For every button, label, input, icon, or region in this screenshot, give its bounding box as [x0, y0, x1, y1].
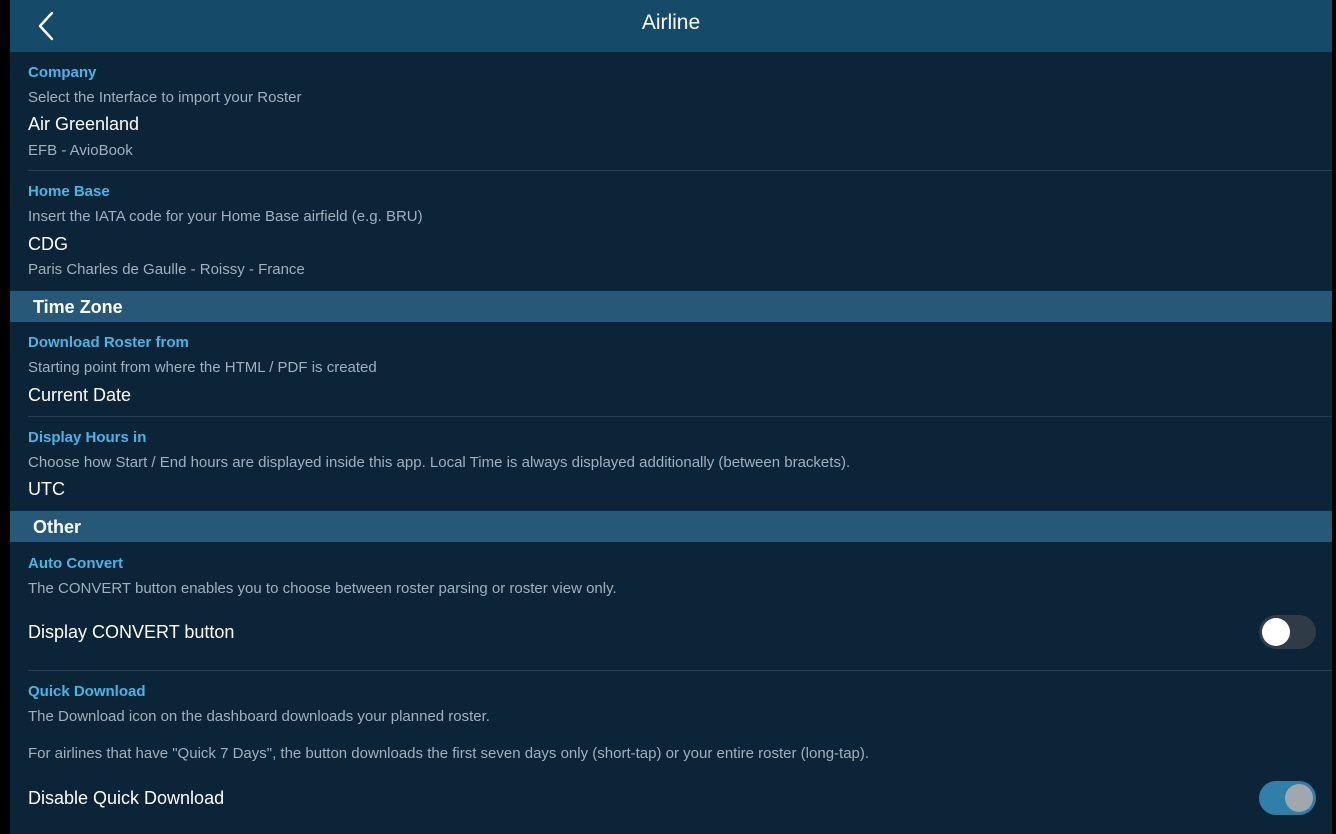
home-base-value: CDG: [28, 234, 68, 254]
section-header-other: Other: [10, 511, 1332, 542]
quick-download-description-2: For airlines that have "Quick 7 Days", t…: [28, 745, 870, 762]
company-description: Select the Interface to import your Rost…: [28, 89, 302, 106]
home-base-airport: Paris Charles de Gaulle - Roissy - Franc…: [28, 261, 305, 278]
download-roster-value: Current Date: [28, 385, 132, 405]
home-base-description: Insert the IATA code for your Home Base …: [28, 208, 423, 225]
page-title: Airline: [641, 11, 701, 34]
display-hours-title: Display Hours in: [28, 429, 147, 446]
display-convert-toggle[interactable]: [1259, 615, 1316, 649]
auto-convert-title: Auto Convert: [28, 555, 123, 572]
disable-quick-download-label: Disable Quick Download: [28, 788, 225, 808]
company-interface: EFB - AvioBook: [28, 142, 133, 159]
toggle-knob: [1262, 618, 1290, 646]
divider: [28, 170, 1332, 171]
section-title: Time Zone: [33, 297, 123, 317]
auto-convert-description: The CONVERT button enables you to choose…: [28, 580, 617, 597]
section-title: Other: [33, 517, 82, 537]
disable-quick-download-toggle[interactable]: [1259, 781, 1316, 815]
quick-download-description: The Download icon on the dashboard downl…: [28, 708, 490, 725]
download-roster-title: Download Roster from: [28, 334, 189, 351]
display-hours-description: Choose how Start / End hours are display…: [28, 454, 851, 471]
settings-screen: Airline Company Select the Interface to …: [10, 0, 1332, 834]
display-hours-value: UTC: [28, 479, 65, 499]
company-value: Air Greenland: [28, 114, 140, 134]
nav-bar: Airline: [10, 0, 1332, 52]
quick-download-title: Quick Download: [28, 683, 146, 700]
download-roster-description: Starting point from where the HTML / PDF…: [28, 359, 377, 376]
divider: [28, 416, 1332, 417]
section-header-time-zone: Time Zone: [10, 291, 1332, 322]
divider: [28, 670, 1332, 671]
toggle-knob: [1285, 784, 1313, 812]
company-title: Company: [28, 64, 97, 81]
display-convert-label: Display CONVERT button: [28, 622, 235, 642]
home-base-title: Home Base: [28, 183, 110, 200]
